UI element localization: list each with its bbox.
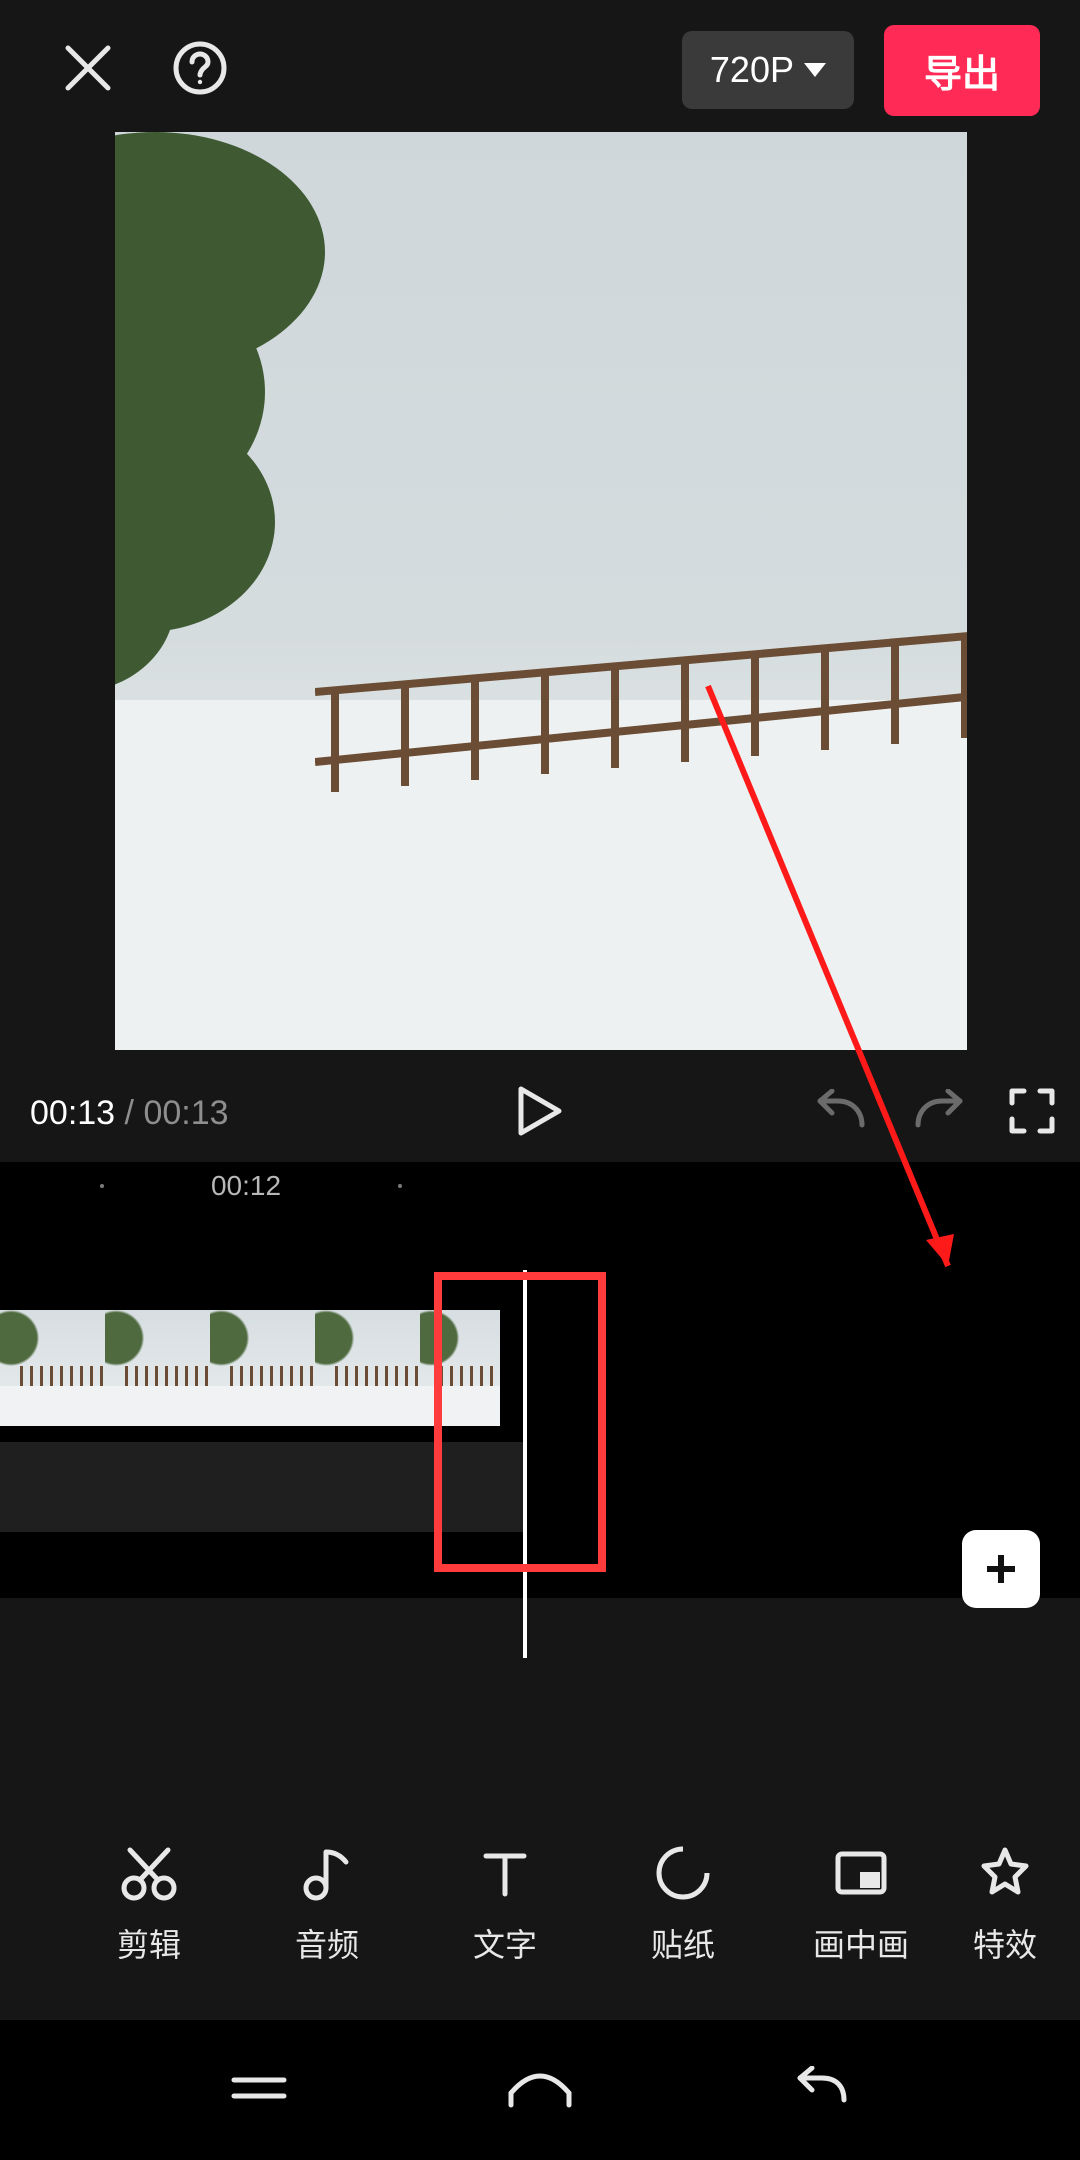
system-nav-bar xyxy=(0,2020,1080,2160)
playhead[interactable] xyxy=(523,1270,527,1658)
fullscreen-button[interactable] xyxy=(1008,1087,1056,1140)
time-ruler[interactable]: 00:12 xyxy=(0,1162,1080,1210)
ruler-tick xyxy=(398,1184,402,1188)
tool-label: 贴纸 xyxy=(651,1920,715,1966)
tool-label: 文字 xyxy=(473,1920,537,1966)
play-button[interactable] xyxy=(517,1085,563,1142)
timeline[interactable]: 00:12 xyxy=(0,1162,1080,1598)
close-button[interactable] xyxy=(62,42,114,99)
total-duration: 00:13 xyxy=(143,1094,228,1132)
tool-pip[interactable]: 画中画 xyxy=(772,1844,950,1966)
clip-thumbnail xyxy=(210,1310,315,1426)
home-icon xyxy=(505,2065,575,2111)
redo-icon xyxy=(910,1089,968,1133)
redo-button[interactable] xyxy=(910,1089,968,1138)
export-label: 导出 xyxy=(924,54,1000,96)
video-preview[interactable] xyxy=(115,132,967,1050)
undo-button[interactable] xyxy=(812,1089,870,1138)
tool-edit[interactable]: 剪辑 xyxy=(60,1844,238,1966)
help-button[interactable] xyxy=(172,40,228,101)
sticker-icon xyxy=(654,1844,712,1902)
track-area[interactable] xyxy=(0,1210,1080,1598)
chevron-down-icon xyxy=(804,63,826,77)
plus-icon xyxy=(981,1549,1021,1589)
tool-effects[interactable]: 特效 xyxy=(950,1844,1060,1966)
tool-audio[interactable]: 音频 xyxy=(238,1844,416,1966)
help-icon xyxy=(172,40,228,96)
time-display: 00:13 / 00:13 xyxy=(30,1094,229,1133)
tool-label: 音频 xyxy=(295,1920,359,1966)
clip-thumbnail xyxy=(420,1310,500,1426)
tool-text[interactable]: 文字 xyxy=(416,1844,594,1966)
picture-in-picture-icon xyxy=(832,1844,890,1902)
nav-back-button[interactable] xyxy=(790,2066,852,2115)
add-clip-button[interactable] xyxy=(962,1530,1040,1608)
play-icon xyxy=(517,1085,563,1137)
preview-tree xyxy=(115,132,355,692)
close-icon xyxy=(62,42,114,94)
tool-label: 画中画 xyxy=(813,1920,909,1966)
fullscreen-icon xyxy=(1008,1087,1056,1135)
clip-thumbnail xyxy=(0,1310,105,1426)
nav-menu-button[interactable] xyxy=(228,2068,290,2113)
clip-thumbnail xyxy=(105,1310,210,1426)
star-icon xyxy=(976,1844,1034,1902)
preview-deck xyxy=(315,612,967,832)
tool-label: 特效 xyxy=(973,1920,1037,1966)
ruler-tick xyxy=(100,1184,104,1188)
ruler-label: 00:12 xyxy=(211,1170,281,1202)
current-time: 00:13 xyxy=(30,1094,115,1132)
export-button[interactable]: 导出 xyxy=(884,25,1040,116)
text-icon xyxy=(476,1844,534,1902)
resolution-dropdown[interactable]: 720P xyxy=(682,31,854,109)
back-icon xyxy=(790,2066,852,2110)
music-note-icon xyxy=(298,1844,356,1902)
menu-icon xyxy=(228,2068,290,2108)
undo-icon xyxy=(812,1089,870,1133)
tool-label: 剪辑 xyxy=(117,1920,181,1966)
edit-toolbar: 剪辑 音频 文字 贴纸 画中画 特效 xyxy=(0,1810,1080,2000)
scissors-icon xyxy=(120,1844,178,1902)
clip-thumbnail xyxy=(315,1310,420,1426)
audio-track[interactable] xyxy=(0,1442,525,1532)
video-clip[interactable] xyxy=(0,1310,500,1426)
top-bar: 720P 导出 xyxy=(0,20,1080,120)
tool-sticker[interactable]: 贴纸 xyxy=(594,1844,772,1966)
nav-home-button[interactable] xyxy=(505,2065,575,2116)
video-editor-screen: 720P 导出 00: xyxy=(0,0,1080,2160)
resolution-label: 720P xyxy=(710,49,794,91)
playback-bar: 00:13 / 00:13 xyxy=(0,1078,1080,1148)
